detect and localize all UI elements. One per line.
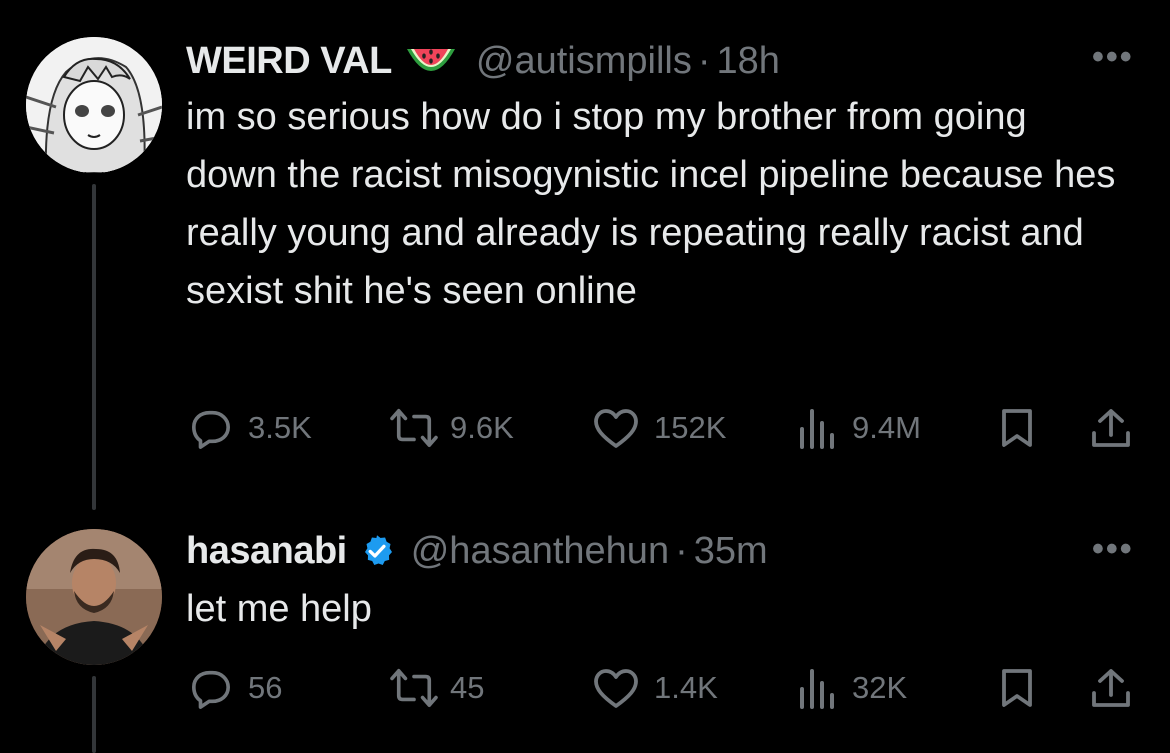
share-icon [1092, 409, 1130, 447]
reply-count: 56 [248, 670, 283, 705]
views-icon [800, 669, 834, 709]
reply-icon [192, 670, 230, 709]
separator-dot: · [697, 39, 711, 82]
reply-icon [192, 410, 230, 449]
repost-icon [390, 669, 438, 707]
user-handle[interactable]: @hasanthehun [411, 530, 669, 573]
tweet-text: im so serious how do i stop my brother f… [186, 96, 1116, 312]
repost-button[interactable]: 45 [388, 658, 484, 718]
tweet-1[interactable]: WEIRD VAL @autismpills · 18h ••• im so s… [0, 0, 1170, 510]
more-icon[interactable]: ••• [1092, 38, 1134, 77]
like-button[interactable]: 152K [592, 398, 726, 458]
views-button[interactable]: 32K [796, 658, 907, 718]
bookmark-button[interactable] [1000, 658, 1034, 718]
separator-dot: · [675, 529, 688, 572]
anime-portrait-image [26, 37, 162, 173]
bookmark-icon [1002, 669, 1032, 707]
action-bar: 3.5K 9.6K 152K 9.4M [0, 398, 1170, 458]
views-button[interactable]: 9.4M [796, 398, 921, 458]
avatar-hasanabi[interactable] [26, 529, 162, 665]
share-button[interactable] [1090, 658, 1132, 718]
share-icon [1092, 669, 1130, 707]
user-handle[interactable]: @autismpills [476, 40, 692, 83]
reply-count: 3.5K [248, 410, 312, 445]
action-bar: 56 45 1.4K 32K [0, 658, 1170, 718]
repost-count: 45 [450, 670, 485, 705]
avatar-weird-val[interactable] [26, 37, 162, 173]
like-count: 1.4K [654, 670, 718, 705]
tweet-2[interactable]: hasanabi @hasanthehun · 35m ••• let me h… [0, 510, 1170, 753]
timestamp[interactable]: 18h [717, 40, 780, 83]
timestamp[interactable]: 35m [694, 530, 768, 573]
thread-line [92, 184, 96, 510]
like-count: 152K [654, 410, 727, 445]
like-button[interactable]: 1.4K [592, 658, 718, 718]
like-icon [594, 409, 638, 448]
profile-photo-image [26, 529, 162, 665]
reply-button[interactable]: 3.5K [188, 398, 312, 458]
tweet-header: hasanabi @hasanthehun · 35m [186, 526, 768, 576]
verified-badge-icon [359, 533, 395, 569]
repost-icon [390, 409, 438, 447]
repost-button[interactable]: 9.6K [388, 398, 514, 458]
repost-count: 9.6K [450, 410, 514, 445]
views-count: 32K [852, 670, 908, 705]
bookmark-button[interactable] [1000, 398, 1034, 458]
share-button[interactable] [1090, 398, 1132, 458]
more-icon[interactable]: ••• [1092, 530, 1134, 569]
views-count: 9.4M [852, 410, 921, 445]
tweet-header: WEIRD VAL @autismpills · 18h [186, 36, 780, 86]
display-name[interactable]: hasanabi [186, 530, 347, 573]
tweet-text: let me help [186, 588, 372, 630]
reply-button[interactable]: 56 [188, 658, 282, 718]
views-icon [800, 409, 834, 449]
like-icon [594, 669, 638, 708]
bookmark-icon [1002, 409, 1032, 447]
display-name[interactable]: WEIRD VAL [186, 40, 392, 83]
watermelon-emoji [404, 43, 458, 79]
